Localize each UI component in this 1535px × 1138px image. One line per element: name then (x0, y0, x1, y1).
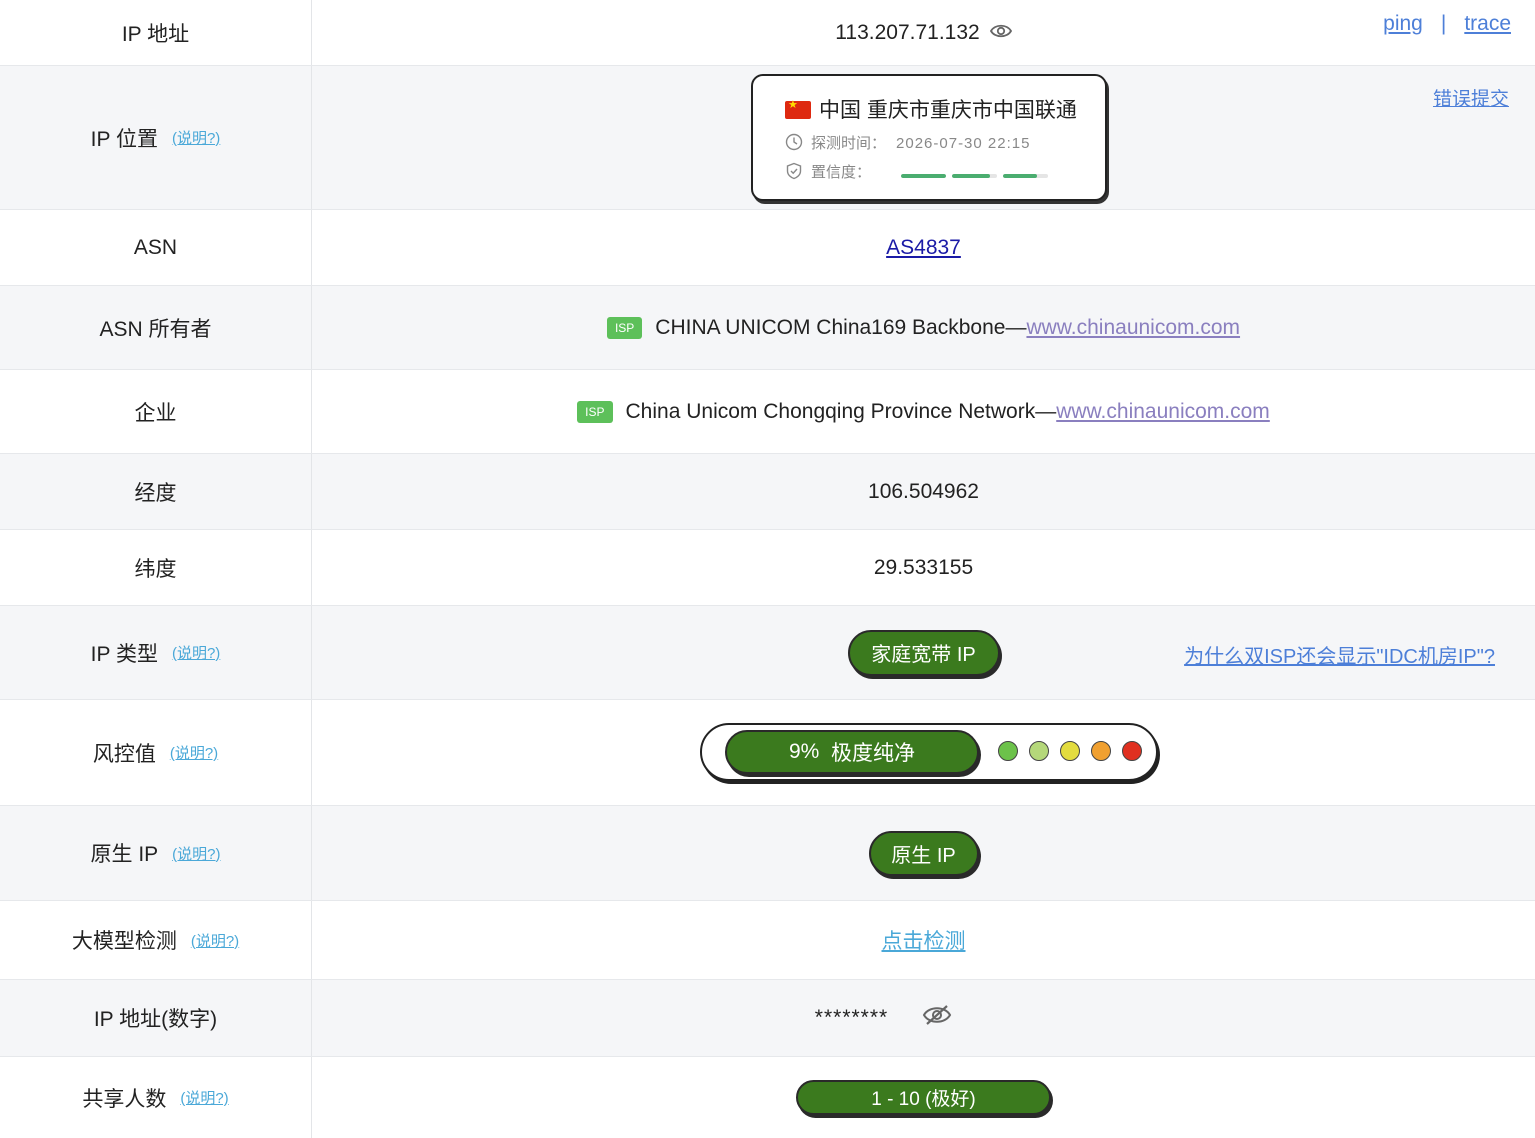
share-count-value-cell: 1 - 10 (极好) (312, 1057, 1535, 1138)
confidence-label: 置信度： (811, 164, 872, 181)
asn-label: ASN (0, 210, 312, 285)
asn-value-cell: AS4837 (312, 210, 1535, 285)
latitude-row: 纬度 29.533155 (0, 530, 1535, 606)
ip-numeric-value: ******** (814, 1006, 889, 1029)
asn-owner-website-link[interactable]: www.chinaunicom.com (1026, 316, 1240, 340)
company-value-cell: ISP China Unicom Chongqing Province Netw… (312, 370, 1535, 453)
risk-help-link[interactable]: (说明?) (170, 742, 218, 763)
isp-badge: ISP (577, 400, 613, 423)
company-row: 企业 ISP China Unicom Chongqing Province N… (0, 370, 1535, 454)
dual-isp-idc-explain-link[interactable]: 为什么双ISP还会显示"IDC机房IP"? (1184, 640, 1495, 669)
native-ip-value-cell: 原生 IP (312, 806, 1535, 900)
ip-numeric-row: IP 地址(数字) ******** (0, 980, 1535, 1057)
longitude-label: 经度 (0, 454, 312, 529)
latitude-label: 纬度 (0, 530, 312, 605)
confidence-bar-segment (901, 173, 947, 178)
ip-numeric-label: IP 地址(数字) (0, 980, 312, 1056)
ip-type-label: IP 类型 (说明?) (0, 606, 312, 699)
longitude-row: 经度 106.504962 (0, 454, 1535, 530)
ping-trace-links: ping | trace (1383, 12, 1511, 36)
cn-flag-icon (785, 98, 811, 119)
location-text: 中国 重庆市重庆市中国联通 (819, 99, 1077, 122)
risk-level-dot (998, 741, 1018, 761)
clock-icon (785, 133, 803, 155)
asn-owner-name: CHINA UNICOM China169 Backbone— (655, 315, 1027, 339)
share-count-badge: 1 - 10 (极好) (796, 1080, 1051, 1115)
risk-level: 极度纯净 (831, 742, 916, 765)
confidence-bar-segment (1003, 173, 1049, 178)
trace-link[interactable]: trace (1464, 12, 1511, 35)
ip-type-row: IP 类型 (说明?) 家庭宽带 IP 为什么双ISP还会显示"IDC机房IP"… (0, 606, 1535, 700)
ip-type-help-link[interactable]: (说明?) (172, 642, 220, 663)
share-count-label: 共享人数 (说明?) (0, 1057, 312, 1138)
native-help-link[interactable]: (说明?) (172, 843, 220, 864)
latitude-value-cell: 29.533155 (312, 530, 1535, 605)
longitude-value: 106.504962 (868, 479, 979, 503)
llm-detect-label: 大模型检测 (说明?) (0, 901, 312, 979)
eye-slash-icon[interactable] (922, 1003, 952, 1033)
shield-check-icon (785, 162, 803, 184)
llm-detect-value-cell: 点击检测 (312, 901, 1535, 979)
asn-owner-value-cell: ISP CHINA UNICOM China169 Backbone— www.… (312, 286, 1535, 369)
risk-score-box: 9% 极度纯净 (700, 723, 1158, 781)
location-help-link[interactable]: (说明?) (172, 127, 220, 148)
risk-score-badge: 9% 极度纯净 (725, 730, 979, 774)
risk-score-row: 风控值 (说明?) 9% 极度纯净 (0, 700, 1535, 806)
confidence-line: 置信度： (785, 161, 1054, 184)
native-ip-label: 原生 IP (说明?) (0, 806, 312, 900)
asn-owner-row: ASN 所有者 ISP CHINA UNICOM China169 Backbo… (0, 286, 1535, 370)
risk-score-label: 风控值 (说明?) (0, 700, 312, 805)
error-report-link[interactable]: 错误提交 (1433, 84, 1509, 111)
ip-type-badge: 家庭宽带 IP (847, 629, 1000, 676)
ip-address-value-cell: 113.207.71.132 (312, 0, 1535, 65)
eye-icon[interactable] (989, 21, 1012, 45)
risk-level-dot (1060, 741, 1080, 761)
detect-time-value: 2026-07-30 22:15 (896, 135, 1031, 152)
ip-address-value: 113.207.71.132 (835, 20, 980, 44)
confidence-bar-segment (952, 173, 998, 178)
detect-time-line: 探测时间： 2026-07-30 22:15 (785, 132, 1030, 155)
click-detect-link[interactable]: 点击检测 (882, 925, 966, 955)
llm-detect-row: 大模型检测 (说明?) 点击检测 (0, 901, 1535, 980)
link-separator: | (1440, 12, 1447, 35)
location-line: 中国 重庆市重庆市中国联通 (785, 94, 1077, 124)
share-help-link[interactable]: (说明?) (180, 1087, 228, 1108)
detect-time-label: 探测时间： (811, 135, 887, 152)
company-name: China Unicom Chongqing Province Network— (625, 399, 1057, 423)
location-card: 中国 重庆市重庆市中国联通 探测时间： 2026-07-30 22:15 置信度： (751, 74, 1107, 201)
risk-level-dot (1122, 741, 1142, 761)
native-ip-badge: 原生 IP (868, 830, 979, 876)
ip-location-row: IP 位置 (说明?) 中国 重庆市重庆市中国联通 探测时间： 2026-07-3… (0, 66, 1535, 210)
llm-help-link[interactable]: (说明?) (191, 930, 239, 951)
ip-numeric-value-cell: ******** (312, 980, 1535, 1056)
ping-link[interactable]: ping (1383, 12, 1423, 35)
share-count-row: 共享人数 (说明?) 1 - 10 (极好) (0, 1057, 1535, 1138)
latitude-value: 29.533155 (873, 555, 974, 579)
ip-location-label: IP 位置 (说明?) (0, 66, 312, 209)
company-website-link[interactable]: www.chinaunicom.com (1056, 400, 1270, 424)
asn-link[interactable]: AS4837 (886, 236, 961, 260)
asn-row: ASN AS4837 (0, 210, 1535, 286)
confidence-bars (901, 165, 1054, 182)
asn-owner-label: ASN 所有者 (0, 286, 312, 369)
native-ip-row: 原生 IP (说明?) 原生 IP (0, 806, 1535, 901)
risk-level-dot (1091, 741, 1111, 761)
isp-badge: ISP (606, 316, 643, 339)
risk-level-dot (1029, 741, 1049, 761)
risk-percent: 9% (788, 740, 820, 763)
longitude-value-cell: 106.504962 (312, 454, 1535, 529)
company-label: 企业 (0, 370, 312, 453)
ip-address-label: IP 地址 (0, 0, 312, 65)
ip-address-row: IP 地址 113.207.71.132 ping | trace (0, 0, 1535, 66)
